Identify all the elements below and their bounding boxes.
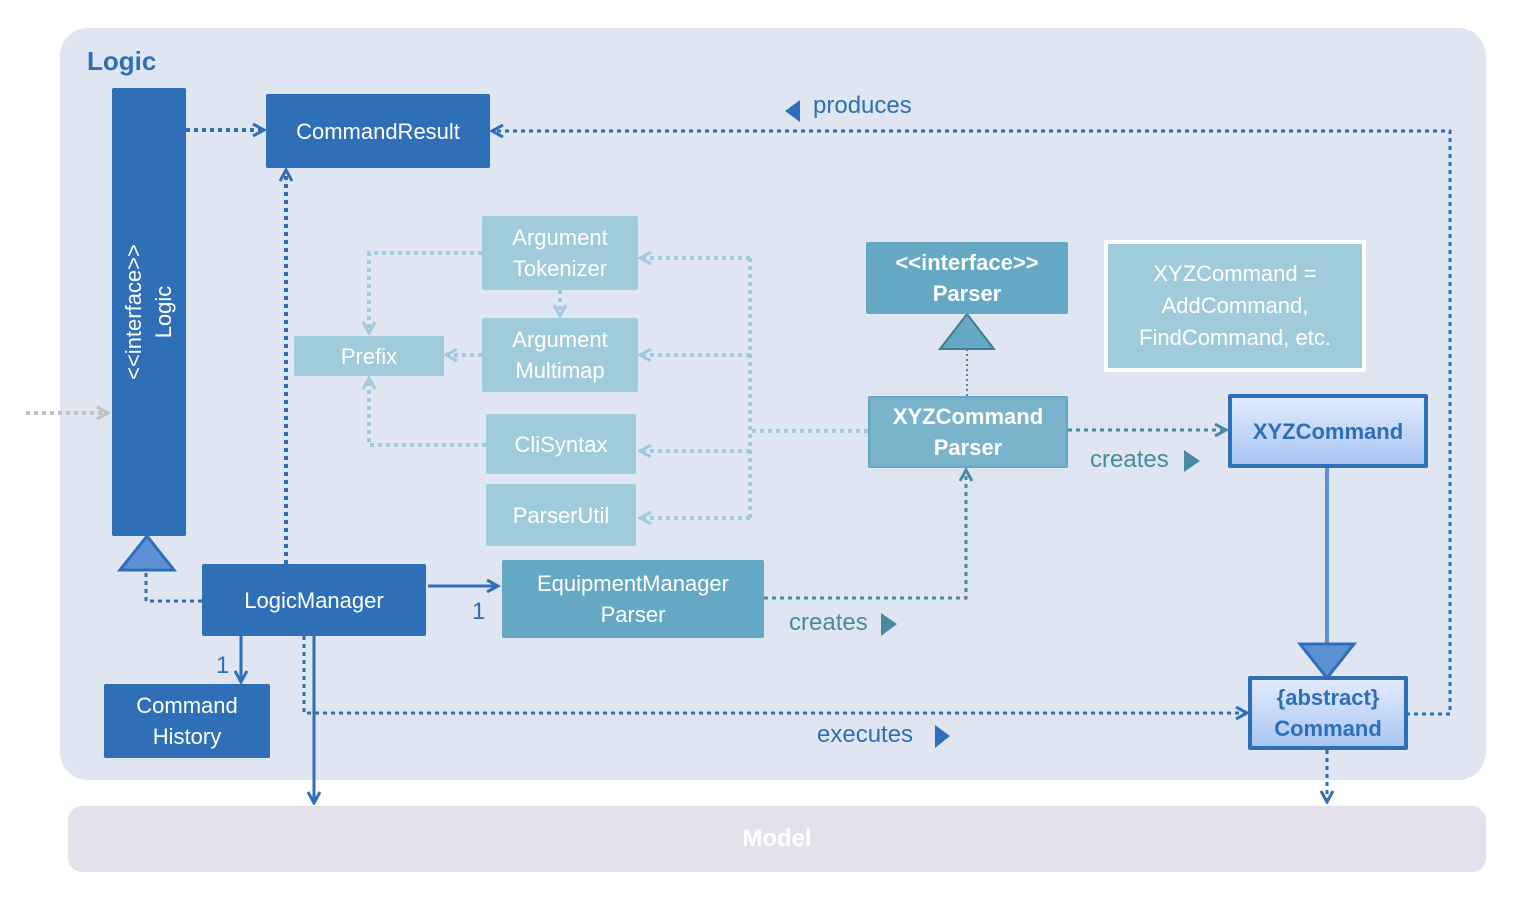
xyz-command-parser-class[interactable]: XYZCommand Parser [868,396,1068,468]
parser-interface-class[interactable]: <<interface>> Parser [866,242,1068,314]
parser-interface-name: Parser [932,281,1002,306]
parser-util-name: ParserUtil [512,502,610,528]
edge-equipmentparser-creates-xyzparser [764,470,966,600]
note-line-1: XYZCommand = [1153,261,1317,286]
equipment-manager-parser-name-2: Parser [600,602,666,627]
edge-logicmanager-executes-command [302,636,1247,713]
xyz-command-parser-name-1: XYZCommand [892,404,1044,429]
creates-direction-icon-2 [881,613,897,636]
command-history-name-2: History [152,724,222,749]
edge-logicmanager-realizes-logic [116,533,202,603]
parser-util-class[interactable]: ParserUtil [486,484,636,546]
logic-interface-stereotype: <<interface>> [121,244,146,380]
argument-tokenizer-name-1: Argument [512,225,608,250]
produces-label: produces [813,92,912,119]
note-line-2: AddCommand, [1161,293,1309,318]
logic-manager-class[interactable]: LogicManager [202,564,426,636]
cli-syntax-name: CliSyntax [514,431,608,457]
executes-direction-icon [935,725,950,748]
note-line-3: FindCommand, etc. [1139,325,1331,350]
cli-syntax-class[interactable]: CliSyntax [486,414,636,474]
argument-multimap-name-1: Argument [512,327,608,352]
xyz-command-note: XYZCommand = AddCommand, FindCommand, et… [1104,240,1366,372]
multiplicity-parser: 1 [472,598,486,625]
argument-multimap-class[interactable]: Argument Multimap [482,318,638,392]
logic-interface-class[interactable]: <<interface>> Logic [112,88,186,536]
prefix-name: Prefix [340,343,398,369]
command-result-class[interactable]: CommandResult [266,94,490,168]
command-history-name-1: Command [136,693,238,718]
edge-xyzparser-uses-helpers [640,258,868,518]
xyz-command-class[interactable]: XYZCommand [1228,394,1428,468]
creates-direction-icon-1 [1184,450,1200,472]
command-result-name: CommandResult [296,118,460,144]
prefix-class[interactable]: Prefix [294,336,444,376]
equipment-manager-parser-name-1: EquipmentManager [536,571,729,596]
abstract-command-name: Command [1274,716,1382,741]
edge-xyzparser-realizes-parser [937,312,997,396]
logic-interface-label: <<interface>> Logic [119,244,179,380]
produces-direction-icon [785,100,800,122]
logic-interface-name: Logic [151,285,176,339]
abstract-command-class[interactable]: {abstract} Command [1248,676,1408,750]
creates-label-equipment: creates [789,609,868,636]
xyz-command-name: XYZCommand [1252,418,1404,444]
command-history-class[interactable]: Command History [104,684,270,758]
equipment-manager-parser-class[interactable]: EquipmentManager Parser [502,560,764,638]
executes-label: executes [817,721,914,748]
xyz-command-parser-name-2: Parser [933,435,1003,460]
logic-manager-name: LogicManager [244,587,384,613]
parser-interface-stereotype: <<interface>> [895,250,1039,275]
argument-tokenizer-class[interactable]: Argument Tokenizer [482,216,638,290]
creates-label-xyz: creates [1090,446,1169,473]
multiplicity-history: 1 [216,652,230,679]
argument-multimap-name-2: Multimap [515,358,605,383]
argument-tokenizer-name-2: Tokenizer [512,256,608,281]
abstract-command-stereotype: {abstract} [1276,685,1380,710]
edge-xyzcommand-extends-command [1296,467,1358,681]
